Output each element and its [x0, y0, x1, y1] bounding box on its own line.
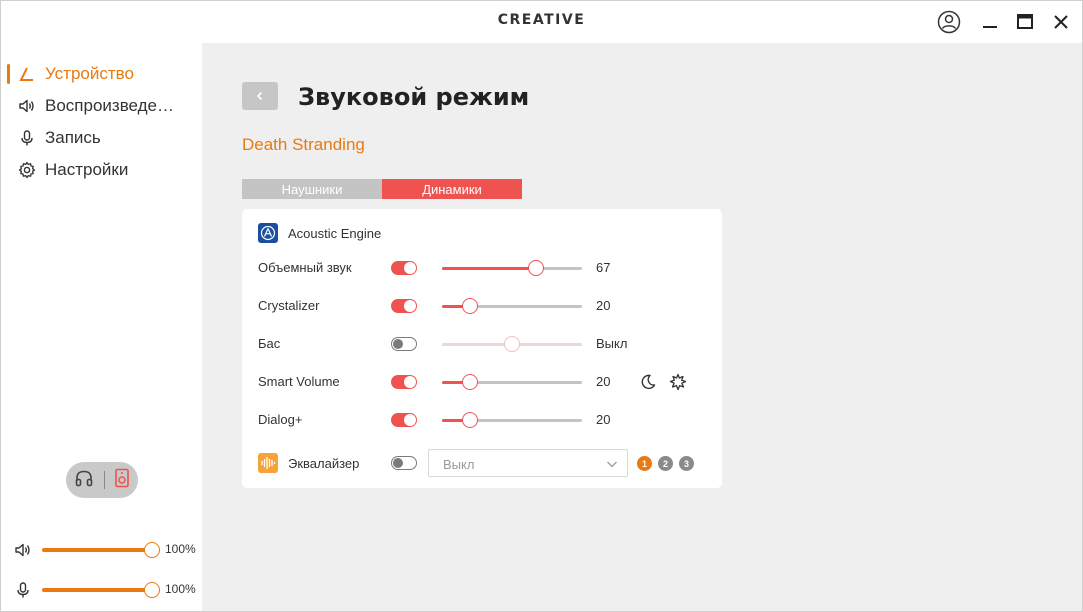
account-icon[interactable]	[936, 9, 962, 35]
mic-volume-value: 100%	[165, 582, 196, 596]
row-crystalizer: Crystalizer 20	[242, 294, 722, 318]
speaker-icon	[13, 540, 33, 560]
profile-name[interactable]: Death Stranding	[242, 135, 365, 155]
chevron-down-icon	[607, 461, 617, 468]
close-icon[interactable]	[1048, 9, 1074, 35]
sidebar-item-label: Воспроизведение	[45, 96, 175, 115]
sidebar-item-label: Настройки	[45, 160, 129, 179]
smart-volume-slider[interactable]	[442, 374, 582, 390]
acoustic-engine-title: Acoustic Engine	[288, 225, 382, 241]
output-switch[interactable]	[66, 462, 138, 498]
bass-slider-thumb[interactable]	[504, 336, 520, 352]
row-dialog-plus: Dialog+ 20	[242, 408, 722, 432]
equalizer-toggle[interactable]	[391, 456, 417, 470]
equalizer-selected-value: Выкл	[443, 457, 475, 472]
acoustic-engine-icon	[258, 223, 278, 243]
equalizer-preset-3[interactable]: 3	[679, 456, 694, 471]
bass-label: Бас	[258, 336, 281, 351]
dialog-plus-value: 20	[596, 412, 611, 427]
mic-volume-row: 100%	[1, 578, 201, 602]
sidebar-item-label: Запись	[45, 128, 101, 147]
sidebar-item-device[interactable]: Устройство	[1, 60, 201, 88]
device-icon	[17, 64, 37, 84]
row-smart-volume: Smart Volume 20	[242, 370, 722, 394]
main-content: Звуковой режим Death Stranding Наушники …	[202, 43, 1082, 611]
gear-icon	[17, 160, 37, 180]
sidebar-item-label: Устройство	[45, 64, 134, 83]
equalizer-preset-2[interactable]: 2	[658, 456, 673, 471]
surround-slider[interactable]	[442, 260, 582, 276]
active-indicator	[7, 64, 10, 84]
maximize-icon[interactable]	[1012, 9, 1038, 35]
dialog-plus-label: Dialog+	[258, 412, 303, 427]
microphone-icon	[13, 580, 33, 600]
dialog-plus-slider-thumb[interactable]	[462, 412, 478, 428]
crystalizer-toggle[interactable]	[391, 299, 417, 313]
app-window: CREATIVE Устройство Воспроизведение Запи…	[0, 0, 1083, 612]
mic-volume-slider[interactable]	[42, 588, 152, 592]
sidebar-item-playback[interactable]: Воспроизведение	[1, 92, 201, 120]
surround-value: 67	[596, 260, 611, 275]
brand-logo: CREATIVE	[497, 12, 586, 28]
equalizer-label: Эквалайзер	[288, 456, 360, 471]
crystalizer-label: Crystalizer	[258, 298, 320, 313]
surround-toggle[interactable]	[391, 261, 417, 275]
crystalizer-slider[interactable]	[442, 298, 582, 314]
tab-speakers[interactable]: Динамики	[382, 179, 522, 199]
switch-divider	[103, 471, 105, 489]
playback-volume-thumb[interactable]	[144, 542, 160, 558]
equalizer-icon	[258, 453, 278, 473]
minimize-icon[interactable]	[977, 9, 1003, 35]
loud-mode-icon[interactable]	[668, 372, 688, 392]
smart-volume-value: 20	[596, 374, 611, 389]
acoustic-engine-panel: Acoustic Engine Объемный звук 67 Crystaliz…	[242, 209, 722, 488]
crystalizer-slider-thumb[interactable]	[462, 298, 478, 314]
speaker-device-icon[interactable]	[114, 468, 130, 493]
back-button[interactable]	[242, 82, 278, 110]
tab-headphones[interactable]: Наушники	[242, 179, 382, 199]
playback-volume-row: 100%	[1, 538, 201, 562]
equalizer-preset-1[interactable]: 1	[637, 456, 652, 471]
acoustic-engine-header: Acoustic Engine	[258, 223, 381, 243]
output-tabs: Наушники Динамики	[242, 179, 522, 199]
sidebar: Устройство Воспроизведение Запись Настро…	[1, 43, 202, 611]
page-title: Звуковой режим	[298, 83, 530, 111]
sidebar-item-settings[interactable]: Настройки	[1, 156, 201, 184]
title-bar: CREATIVE	[1, 1, 1082, 43]
dialog-plus-toggle[interactable]	[391, 413, 417, 427]
equalizer-row: Эквалайзер Выкл 1 2 3	[242, 449, 722, 477]
bass-slider[interactable]	[442, 336, 582, 352]
dialog-plus-slider[interactable]	[442, 412, 582, 428]
microphone-icon	[17, 128, 37, 148]
mic-volume-thumb[interactable]	[144, 582, 160, 598]
crystalizer-value: 20	[596, 298, 611, 313]
smart-volume-slider-thumb[interactable]	[462, 374, 478, 390]
bass-toggle[interactable]	[391, 337, 417, 351]
row-surround: Объемный звук 67	[242, 256, 722, 280]
equalizer-select[interactable]: Выкл	[428, 449, 628, 477]
bass-value: Выкл	[596, 336, 628, 351]
surround-slider-thumb[interactable]	[527, 260, 544, 276]
sidebar-item-recording[interactable]: Запись	[1, 124, 201, 152]
row-bass: Бас Выкл	[242, 332, 722, 356]
surround-label: Объемный звук	[258, 260, 352, 275]
smart-volume-label: Smart Volume	[258, 374, 340, 389]
chevron-left-icon	[256, 91, 263, 101]
night-mode-icon[interactable]	[638, 372, 658, 392]
playback-volume-value: 100%	[165, 542, 196, 556]
speaker-icon	[17, 96, 37, 116]
headphones-icon[interactable]	[74, 468, 94, 493]
playback-volume-slider[interactable]	[42, 548, 152, 552]
smart-volume-toggle[interactable]	[391, 375, 417, 389]
